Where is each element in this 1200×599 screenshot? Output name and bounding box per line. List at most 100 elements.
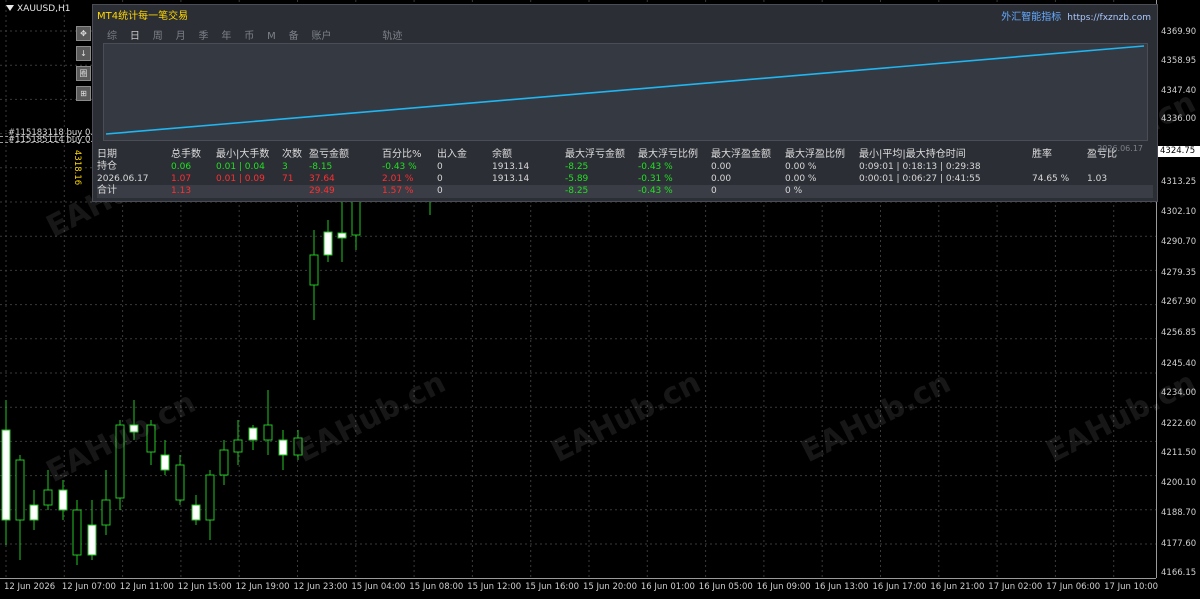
chart-area[interactable]: XAUUSD,H1 #115183118 buy 0.0 #115185114 … [0, 0, 1200, 578]
grid-icon[interactable]: ⊞ [76, 86, 91, 101]
cell-flow: 0 [437, 174, 443, 184]
stats-header-row: 日期 总手数 最小|大手数 次数 盈亏金额 百分比% 出入金 余额 最大浮亏金额… [97, 149, 1153, 161]
tab-day[interactable]: 日 [130, 31, 140, 42]
candle-body [191, 504, 201, 521]
cell-lots: 0.06 [171, 162, 192, 172]
price-axis[interactable]: 4324.75 4369.90 4358.95 4347.40 4336.00 4313… [1157, 0, 1200, 578]
price-tick: 4290.70 [1161, 237, 1197, 247]
candle-body [263, 424, 273, 441]
cell-rr: 1.03 [1087, 174, 1108, 184]
time-tick: 12 Jun 23:00 [293, 582, 348, 592]
price-tick: 4256.85 [1161, 328, 1197, 338]
brand-url[interactable]: https://fxznzb.com [1067, 13, 1151, 23]
col-pl: 盈亏金额 [309, 149, 349, 160]
tab-account[interactable]: 账户 [312, 31, 332, 42]
col-max-fp: 最大浮盈金额 [711, 149, 771, 160]
price-tick: 4347.40 [1161, 86, 1197, 96]
candle-body [337, 232, 347, 239]
tab-year[interactable]: 年 [221, 31, 231, 42]
col-pct: 百分比% [382, 149, 422, 160]
time-tick: 16 Jun 01:00 [640, 582, 695, 592]
cell-pct: 1.57 % [382, 186, 414, 196]
col-max-dd-pct: 最大浮亏比例 [638, 149, 698, 160]
price-tick: 4177.60 [1161, 539, 1197, 549]
col-hold: 最小|平均|最大持仓时间 [859, 149, 966, 160]
cell-hold: 0:09:01 | 0:18:13 | 0:29:38 [859, 162, 981, 172]
time-tick: 12 Jun 07:00 [61, 582, 116, 592]
cell-count: 3 [282, 162, 288, 172]
brand-name: 外汇智能指标 [1001, 12, 1062, 23]
symbol-label[interactable]: XAUUSD,H1 [6, 4, 71, 14]
cell-max-dd-pct: -0.43 % [638, 186, 673, 196]
cell-max-fp: 0.00 [711, 174, 732, 184]
time-tick: 17 Jun 10:00 [1104, 582, 1159, 592]
time-tick: 16 Jun 13:00 [814, 582, 869, 592]
tab-notes[interactable]: 备 [289, 31, 299, 42]
order-label-2[interactable]: #115185114 buy 0.0 [8, 135, 99, 145]
time-tick: 16 Jun 21:00 [930, 582, 985, 592]
col-minmax: 最小|大手数 [216, 149, 270, 160]
cell-minmax: 0.01 | 0.09 [216, 174, 265, 184]
stats-panel[interactable]: MT4统计每一笔交易 外汇智能指标 https://fxznzb.com 综 日 … [92, 4, 1158, 202]
cell-pl: 29.49 [309, 186, 335, 196]
price-tick: 4200.10 [1161, 478, 1197, 488]
price-tick: 4267.90 [1161, 297, 1197, 307]
candle-body [175, 464, 185, 501]
cell-max-fp: 0 [711, 186, 717, 196]
col-win: 胜率 [1032, 149, 1052, 160]
arrow-down-icon[interactable]: ↓ [76, 46, 91, 61]
col-count: 次数 [282, 149, 302, 160]
cell-max-fp-pct: 0.00 % [785, 162, 817, 172]
tab-magic[interactable]: M [267, 31, 276, 42]
circle-icon[interactable]: 圈 [76, 66, 91, 81]
candle-body [87, 524, 97, 556]
time-axis[interactable]: 12 Jun 2026 12 Jun 07:00 12 Jun 11:00 12 Ju… [0, 578, 1159, 599]
side-toolbar: ✥ ↓ 圈 ⊞ [76, 26, 91, 106]
tab-summary[interactable]: 综 [107, 31, 117, 42]
candle-body [219, 449, 229, 476]
time-tick: 15 Jun 12:00 [467, 582, 522, 592]
tab-quarter[interactable]: 季 [199, 31, 209, 42]
col-rr: 盈亏比 [1087, 149, 1117, 160]
price-tick: 4188.70 [1161, 508, 1197, 518]
time-tick: 16 Jun 05:00 [698, 582, 753, 592]
cell-date: 合计 [97, 185, 117, 196]
cell-max-dd-pct: -0.43 % [638, 162, 673, 172]
cell-max-fp: 0.00 [711, 162, 732, 172]
move-icon[interactable]: ✥ [76, 26, 91, 41]
time-tick: 16 Jun 09:00 [756, 582, 811, 592]
cell-max-fp-pct: 0.00 % [785, 174, 817, 184]
time-tick: 15 Jun 08:00 [409, 582, 464, 592]
stats-row-holding[interactable]: 持仓 0.06 0.01 | 0.04 3 -8.15 -0.43 % 0 19… [97, 161, 1153, 173]
price-tick: 4234.00 [1161, 388, 1197, 398]
col-max-dd: 最大浮亏金额 [565, 149, 625, 160]
tab-week[interactable]: 周 [153, 31, 163, 42]
order-vertical-label: 4318.16 [72, 150, 82, 186]
price-tick: 4211.50 [1161, 448, 1197, 458]
time-tick: 12 Jun 15:00 [177, 582, 232, 592]
stats-row-total[interactable]: 合计 1.13 29.49 1.57 % 0 -8.25 -0.43 % 0 0… [97, 185, 1153, 198]
stats-row-day[interactable]: 2026.06.17 1.07 0.01 | 0.09 71 37.64 2.0… [97, 173, 1153, 185]
candle-body [15, 459, 25, 521]
cell-pl: -8.15 [309, 162, 333, 172]
panel-brand[interactable]: 外汇智能指标 https://fxznzb.com [1001, 8, 1151, 23]
price-tick: 4336.00 [1161, 114, 1197, 124]
cell-balance: 1913.14 [492, 162, 530, 172]
candle-body [101, 499, 111, 526]
tab-month[interactable]: 月 [176, 31, 186, 42]
tab-currency[interactable]: 币 [244, 31, 254, 42]
candle-body [58, 489, 68, 511]
cell-lots: 1.13 [171, 186, 192, 196]
candle-body [278, 439, 288, 456]
col-date: 日期 [97, 149, 117, 160]
cell-hold: 0:00:01 | 0:06:27 | 0:41:55 [859, 174, 981, 184]
cell-max-dd: -8.25 [565, 186, 589, 196]
symbol-text: XAUUSD,H1 [17, 4, 71, 14]
time-tick: 12 Jun 2026 [4, 582, 56, 592]
tab-track[interactable]: 轨迹 [382, 31, 402, 42]
candle-body [205, 474, 215, 521]
price-tick: 4369.90 [1161, 27, 1197, 37]
cell-date: 2026.06.17 [97, 174, 149, 184]
candle-body [29, 504, 39, 521]
col-balance: 余额 [492, 149, 512, 160]
